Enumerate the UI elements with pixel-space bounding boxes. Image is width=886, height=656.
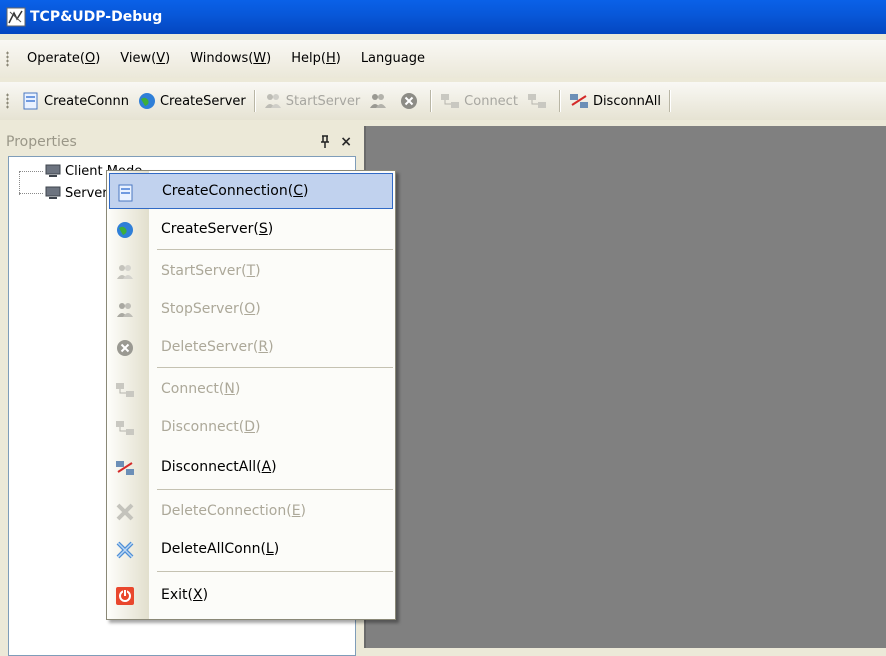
stop-server-icon bbox=[117, 303, 133, 317]
menu-separator bbox=[157, 249, 393, 250]
create-connection-icon bbox=[23, 92, 38, 110]
pin-icon[interactable] bbox=[318, 135, 332, 149]
app-icon bbox=[6, 7, 26, 27]
toolbar-separator bbox=[253, 90, 255, 112]
disconn-all-button[interactable]: DisconnAll bbox=[564, 86, 665, 116]
toolbar-separator bbox=[430, 90, 432, 112]
menu-language[interactable]: Language bbox=[351, 47, 435, 71]
menu-bar: Operate(O) View(V) Windows(W) Help(H) La… bbox=[0, 40, 886, 78]
create-conn-label: CreateConnn bbox=[44, 93, 129, 109]
toolbar: CreateConnn CreateServer StartServer Con… bbox=[0, 82, 886, 120]
disconnect-button[interactable] bbox=[522, 86, 555, 116]
create-conn-button[interactable]: CreateConnn bbox=[17, 86, 133, 116]
menu-item-delete-all-conn[interactable]: DeleteAllConn(L) bbox=[109, 531, 393, 567]
menu-item-delete-server[interactable]: DeleteServer(R) bbox=[109, 329, 393, 365]
globe-icon bbox=[138, 93, 155, 109]
menu-separator bbox=[157, 489, 393, 490]
delete-all-conn-icon bbox=[116, 541, 134, 559]
workspace-area[interactable] bbox=[364, 126, 886, 648]
menu-item-label: StartServer(T) bbox=[161, 263, 261, 279]
computer-icon bbox=[45, 186, 61, 199]
disconnect-icon bbox=[116, 421, 134, 435]
menu-operate[interactable]: Operate(O) bbox=[17, 47, 110, 71]
menubar-grip[interactable] bbox=[6, 51, 9, 67]
computer-icon bbox=[45, 164, 61, 177]
properties-title: Properties bbox=[6, 134, 77, 150]
network-icon bbox=[441, 94, 460, 108]
disconnect-all-icon bbox=[116, 461, 134, 475]
menu-item-disconnect-all[interactable]: DisconnectAll(A) bbox=[109, 449, 393, 485]
context-menu: CreateConnection(C) CreateServer(S) Star… bbox=[106, 170, 396, 620]
create-server-icon bbox=[117, 222, 133, 238]
menu-item-create-server[interactable]: CreateServer(S) bbox=[109, 211, 393, 247]
menu-item-label: DeleteConnection(E) bbox=[161, 503, 307, 519]
disconnect-all-icon bbox=[569, 94, 588, 108]
menu-separator bbox=[157, 367, 393, 368]
menu-item-exit[interactable]: Exit(X) bbox=[109, 577, 393, 613]
menu-separator bbox=[157, 571, 393, 572]
menu-item-label: DisconnectAll(A) bbox=[161, 459, 277, 475]
menu-item-stop-server[interactable]: StopServer(O) bbox=[109, 291, 393, 327]
network-icon bbox=[527, 94, 546, 108]
delete-circle-icon bbox=[401, 93, 418, 109]
menu-item-connect[interactable]: Connect(N) bbox=[109, 371, 393, 407]
users-icon bbox=[370, 94, 387, 108]
menu-item-label: DeleteServer(R) bbox=[161, 339, 274, 355]
toolbar-grip[interactable] bbox=[6, 93, 9, 109]
connect-icon bbox=[116, 383, 134, 397]
stop-server-button[interactable] bbox=[364, 86, 395, 116]
menu-item-label: CreateServer(S) bbox=[161, 221, 274, 237]
connect-button[interactable]: Connect bbox=[435, 86, 522, 116]
create-server-label: CreateServer bbox=[159, 93, 246, 109]
tree-connector bbox=[19, 192, 43, 194]
connect-label: Connect bbox=[464, 93, 518, 109]
start-server-label: StartServer bbox=[285, 93, 361, 109]
menu-help[interactable]: Help(H) bbox=[281, 47, 351, 71]
menu-item-label: Disconnect(D) bbox=[161, 419, 261, 435]
tree-connector bbox=[19, 170, 43, 172]
menu-item-disconnect[interactable]: Disconnect(D) bbox=[109, 409, 393, 445]
window-title: TCP&UDP-Debug bbox=[30, 9, 163, 25]
menu-item-delete-connection[interactable]: DeleteConnection(E) bbox=[109, 493, 393, 529]
title-bar[interactable]: TCP&UDP-Debug bbox=[0, 0, 886, 34]
menu-windows[interactable]: Windows(W) bbox=[180, 47, 281, 71]
delete-connection-icon bbox=[116, 503, 134, 521]
toolbar-separator bbox=[558, 90, 560, 112]
properties-header: Properties × bbox=[6, 130, 356, 154]
menu-view[interactable]: View(V) bbox=[110, 47, 180, 71]
menu-item-label: CreateConnection(C) bbox=[162, 183, 309, 199]
exit-icon bbox=[116, 587, 134, 605]
create-connection-icon bbox=[118, 184, 133, 202]
delete-server-icon bbox=[117, 340, 133, 356]
menu-item-create-connection[interactable]: CreateConnection(C) bbox=[109, 173, 393, 209]
toolbar-separator bbox=[669, 90, 671, 112]
menu-item-label: DeleteAllConn(L) bbox=[161, 541, 280, 557]
menu-item-label: Exit(X) bbox=[161, 587, 209, 603]
start-server-icon bbox=[117, 265, 133, 279]
menu-item-start-server[interactable]: StartServer(T) bbox=[109, 253, 393, 289]
users-icon bbox=[264, 94, 281, 108]
disconn-all-label: DisconnAll bbox=[592, 93, 662, 109]
close-icon[interactable]: × bbox=[340, 134, 352, 150]
menu-item-label: Connect(N) bbox=[161, 381, 241, 397]
start-server-button[interactable]: StartServer bbox=[259, 86, 364, 116]
create-server-button[interactable]: CreateServer bbox=[133, 86, 250, 116]
delete-server-button[interactable] bbox=[395, 86, 426, 116]
menu-item-label: StopServer(O) bbox=[161, 301, 261, 317]
